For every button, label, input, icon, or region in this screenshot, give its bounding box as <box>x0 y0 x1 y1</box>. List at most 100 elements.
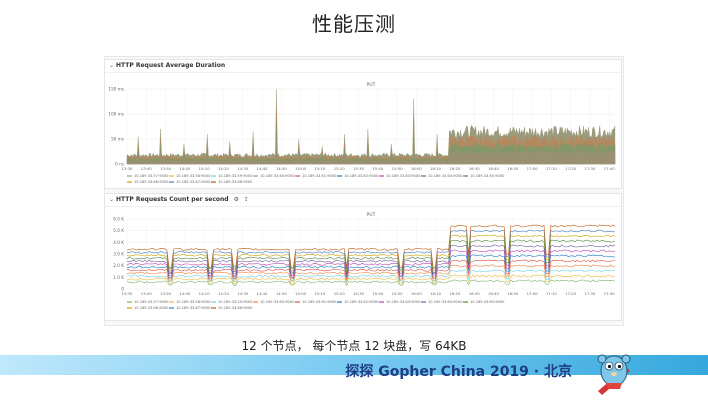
x-tick-label: 13:50 <box>160 291 172 296</box>
legend-item: 10.189.33.67:9000 <box>176 306 211 310</box>
request-count-series <box>126 269 616 284</box>
legend-item: 10.189.33.63:9000 <box>386 174 421 178</box>
legend-item: 10.189.33.67:9000 <box>176 180 211 184</box>
x-tick-label: 14:00 <box>179 291 191 296</box>
y-tick-label: 1.0 K <box>113 275 124 280</box>
x-tick-label: 14:20 <box>218 291 230 296</box>
x-tick-label: 15:50 <box>392 166 404 171</box>
legend-item: 10.189.33.64:9000 <box>428 300 463 304</box>
x-tick-label: 16:50 <box>507 166 519 171</box>
request-count-series <box>126 279 616 287</box>
panel-title: HTTP Request Average Duration <box>116 62 226 69</box>
x-tick-label: 13:40 <box>141 291 153 296</box>
panel-header[interactable]: ⌄ HTTP Requests Count per second ⚙ ⇪ <box>105 194 621 207</box>
x-tick-label: 17:10 <box>546 291 558 296</box>
x-tick-label: 16:40 <box>488 291 500 296</box>
legend-item: 10.189.33.61:9000 <box>302 174 337 178</box>
legend-item: 10.189.33.57:9000 <box>134 300 169 304</box>
x-tick-label: 13:40 <box>141 166 153 171</box>
y-tick-label: 150 ms <box>108 87 124 92</box>
share-icon[interactable]: ⇪ <box>244 196 249 203</box>
x-tick-label: 15:20 <box>334 166 346 171</box>
y-tick-label: 50 ms <box>111 137 124 142</box>
legend-item: 10.189.33.61:9000 <box>302 300 337 304</box>
x-tick-label: 16:20 <box>449 291 461 296</box>
x-tick-label: 14:10 <box>199 166 211 171</box>
legend-item: 10.189.33.63:9000 <box>386 300 421 304</box>
legend-item: 10.189.33.68:9000 <box>218 180 253 184</box>
x-tick-label: 16:50 <box>507 291 519 296</box>
x-tick-label: 17:40 <box>604 291 616 296</box>
x-tick-label: 16:40 <box>488 166 500 171</box>
x-tick-label: 14:30 <box>237 166 249 171</box>
chart-title: PUT <box>367 82 376 88</box>
panel-header[interactable]: ⌄ HTTP Request Average Duration <box>105 60 621 73</box>
x-tick-label: 16:00 <box>411 166 423 171</box>
x-tick-label: 16:20 <box>449 166 461 171</box>
x-tick-label: 15:00 <box>295 166 307 171</box>
x-tick-label: 15:40 <box>372 166 384 171</box>
request-count-chart[interactable]: PUT6.0 K5.0 K4.0 K3.0 K2.0 K1.0 K013:30 1… <box>105 207 621 321</box>
legend-item: 10.189.33.60:9000 <box>260 300 295 304</box>
chevron-down-icon[interactable]: ⌄ <box>109 194 116 206</box>
x-tick-label: 15:30 <box>353 166 365 171</box>
x-tick-label: 15:50 <box>392 291 404 296</box>
y-tick-label: 100 ms <box>108 112 124 117</box>
x-tick-label: 17:10 <box>546 166 558 171</box>
x-tick-label: 17:40 <box>604 166 616 171</box>
x-tick-label: 16:30 <box>469 291 481 296</box>
x-tick-label: 14:50 <box>276 291 288 296</box>
legend-item: 10.189.33.66:9000 <box>134 306 169 310</box>
slide-title: 性能压测 <box>312 12 396 36</box>
x-tick-label: 17:20 <box>565 291 577 296</box>
x-tick-label: 17:00 <box>527 291 539 296</box>
x-tick-label: 17:00 <box>527 166 539 171</box>
request-count-series <box>126 254 615 278</box>
chart-title: PUT <box>367 212 376 218</box>
x-tick-label: 13:30 <box>122 291 134 296</box>
x-tick-label: 17:30 <box>584 166 596 171</box>
legend-item: 10.189.33.60:9000 <box>260 174 295 178</box>
x-tick-label: 14:30 <box>237 291 249 296</box>
x-tick-label: 14:40 <box>257 166 269 171</box>
x-tick-label: 16:00 <box>411 291 423 296</box>
legend-item: 10.189.33.62:9000 <box>344 300 379 304</box>
gopher-mascot-icon <box>597 354 631 395</box>
x-tick-label: 14:00 <box>179 166 191 171</box>
legend-item: 10.189.33.66:9000 <box>134 180 169 184</box>
legend-item: 10.189.33.59:9000 <box>218 300 253 304</box>
x-tick-label: 17:20 <box>565 166 577 171</box>
x-tick-label: 15:20 <box>334 291 346 296</box>
chevron-down-icon[interactable]: ⌄ <box>109 60 116 72</box>
y-tick-label: 2.0 K <box>113 263 124 268</box>
info-icon[interactable]: ⚙ <box>234 196 239 203</box>
x-tick-label: 16:10 <box>430 291 442 296</box>
legend-item: 10.189.33.65:9000 <box>470 174 505 178</box>
legend-item: 10.189.33.62:9000 <box>344 174 379 178</box>
x-tick-label: 15:30 <box>353 291 365 296</box>
x-tick-label: 14:10 <box>199 291 211 296</box>
y-tick-label: 3.0 K <box>113 252 124 257</box>
panel-avg-duration: ⌄ HTTP Request Average Duration PUT 150 ms… <box>104 59 622 189</box>
x-tick-label: 16:10 <box>430 166 442 171</box>
x-tick-label: 14:40 <box>257 291 269 296</box>
x-tick-label: 17:30 <box>584 291 596 296</box>
y-tick-label: 4.0 K <box>113 240 124 245</box>
y-tick-label: 5.0 K <box>113 228 124 233</box>
x-tick-label: 14:20 <box>218 166 230 171</box>
y-tick-label: 6.0 K <box>113 217 124 222</box>
duration-chart[interactable]: PUT150 ms100 ms50 ms0 ns13:30 13:40 13:50 1… <box>105 73 621 189</box>
legend-item: 10.189.33.65:9000 <box>470 300 505 304</box>
legend-item: 10.189.33.64:9000 <box>428 174 463 178</box>
x-tick-label: 15:10 <box>314 291 326 296</box>
x-tick-label: 15:10 <box>314 166 326 171</box>
panel-request-count: ⌄ HTTP Requests Count per second ⚙ ⇪ PUT 6.0… <box>104 193 622 321</box>
x-tick-label: 15:40 <box>372 291 384 296</box>
x-tick-label: 13:30 <box>122 166 134 171</box>
x-tick-label: 15:00 <box>295 291 307 296</box>
banner-text: 探探 Gopher China 2019 · 北京 <box>345 364 572 380</box>
legend-item: 10.189.33.57:9000 <box>134 174 169 178</box>
panel-title: HTTP Requests Count per second <box>116 196 229 203</box>
legend-item: 10.189.33.68:9000 <box>218 306 253 310</box>
legend-item: 10.189.33.58:9000 <box>176 300 211 304</box>
